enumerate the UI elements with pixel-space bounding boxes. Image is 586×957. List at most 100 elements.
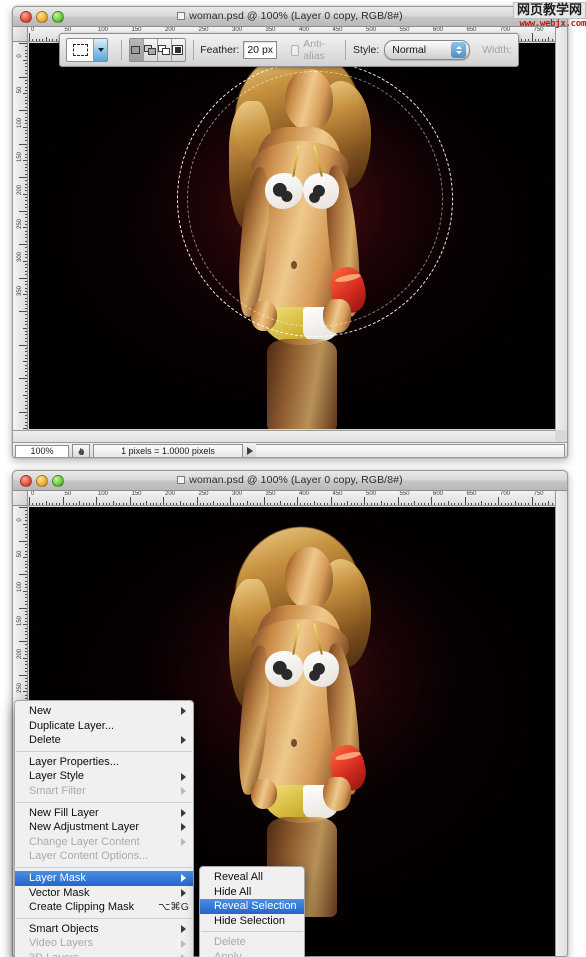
layer-menu-item-new-adjustment-layer[interactable]: New Adjustment Layer — [15, 820, 193, 835]
ruler-tick-minor — [25, 264, 27, 266]
ruler-tick-minor — [374, 503, 376, 505]
ruler-label: 150 — [131, 491, 142, 497]
ruler-tick-minor — [23, 361, 27, 363]
ruler-tick-minor — [25, 146, 27, 148]
ruler-tick-minor — [106, 503, 108, 505]
photoshop-document-window-top[interactable]: woman.psd @ 100% (Layer 0 copy, RGB/8#) … — [12, 6, 568, 458]
ruler-tick-minor — [25, 547, 27, 549]
menu-item-label: New — [29, 705, 52, 717]
zoom-level-field[interactable]: 100% — [15, 444, 69, 457]
ruler-tick-minor — [484, 503, 486, 505]
layer-menu-item-duplicate-layer[interactable]: Duplicate Layer... — [15, 719, 193, 734]
menu-item-label: Create Clipping Mask — [29, 901, 135, 914]
ruler-tick-minor — [25, 123, 27, 125]
ruler-tick-minor — [25, 563, 27, 565]
document-icon — [177, 12, 186, 20]
ruler-tick-minor — [400, 503, 402, 505]
ruler-tick-minor — [25, 240, 27, 242]
feather-input[interactable]: 20 px — [243, 41, 278, 59]
options-bar[interactable]: Feather: 20 px Anti-alias Style: Normal … — [59, 33, 519, 67]
layer-menu-item-create-clipping-mask[interactable]: Create Clipping Mask ⌥⌘G — [15, 900, 193, 915]
ruler-tick-minor — [350, 503, 352, 505]
ruler-tick-minor — [25, 96, 27, 98]
subtract-from-selection-button[interactable] — [157, 39, 172, 61]
ruler-tick-minor — [25, 317, 27, 319]
layer-context-menu[interactable]: New Duplicate Layer... Delete Layer Propert… — [14, 700, 194, 957]
layer-menu-item-smart-objects[interactable]: Smart Objects — [15, 922, 193, 937]
vertical-scrollbar-top[interactable] — [555, 27, 567, 430]
layer-mask-menu-item-reveal-selection[interactable]: Reveal Selection — [200, 899, 304, 914]
menu-separator — [16, 750, 192, 752]
rectangular-marquee-icon[interactable] — [67, 39, 93, 61]
ruler-tick-minor — [25, 408, 27, 410]
ruler-tick-major — [129, 497, 131, 505]
menu-item-label: Duplicate Layer... — [29, 719, 114, 732]
ruler-tick-minor — [25, 223, 27, 225]
title-bar-bottom[interactable]: woman.psd @ 100% (Layer 0 copy, RGB/8#) — [13, 471, 567, 491]
ruler-tick-minor — [25, 570, 27, 572]
vertical-ruler-top[interactable]: 0 50 100 150 200 250 300 350 — [13, 42, 28, 430]
layer-menu-item-delete[interactable]: Delete — [15, 733, 193, 748]
ruler-tick-major — [364, 497, 365, 505]
ruler-tick-minor — [25, 398, 27, 400]
status-info-field[interactable]: 1 pixels = 1.0000 pixels — [93, 444, 243, 457]
site-watermark: 网页教学网 www.webjx.com — [490, 2, 586, 29]
submenu-arrow-icon — [181, 838, 186, 847]
layer-menu-item-vector-mask[interactable]: Vector Mask — [15, 886, 193, 901]
layer-mask-menu-item-hide-selection[interactable]: Hide Selection — [200, 914, 304, 929]
layer-menu-item-layer-style[interactable]: Layer Style — [15, 769, 193, 784]
ruler-tick-minor — [538, 503, 540, 505]
ruler-tick-minor — [119, 503, 121, 505]
status-expand-arrow-icon[interactable] — [247, 447, 253, 455]
ruler-tick-minor — [25, 513, 27, 515]
ruler-tick-minor — [25, 220, 27, 222]
ruler-tick-minor — [25, 597, 27, 599]
ruler-tick-minor — [266, 503, 268, 505]
ruler-tick-minor — [25, 106, 27, 108]
tool-preset-well[interactable] — [66, 38, 108, 62]
divider-1 — [121, 40, 122, 60]
ruler-tick-minor — [25, 381, 27, 383]
layer-mask-submenu[interactable]: Reveal All Hide All Reveal Selection Hide S… — [199, 866, 305, 957]
style-dropdown[interactable]: Normal — [384, 40, 471, 60]
new-selection-button[interactable] — [129, 39, 144, 61]
layer-mask-menu-item-hide-all[interactable]: Hide All — [200, 885, 304, 900]
add-to-selection-button[interactable] — [143, 39, 158, 61]
ruler-tick-minor — [25, 300, 27, 302]
layer-mask-menu-item-reveal-all[interactable]: Reveal All — [200, 870, 304, 885]
ruler-corner-top[interactable] — [13, 27, 28, 42]
ruler-tick-minor — [112, 501, 114, 505]
ruler-tick-minor — [387, 503, 389, 505]
ruler-tick-minor — [25, 404, 27, 406]
layer-menu-item-new-fill-layer[interactable]: New Fill Layer — [15, 806, 193, 821]
ruler-tick-minor — [457, 503, 459, 505]
canvas-top[interactable] — [29, 43, 555, 429]
selection-mode-group[interactable] — [128, 38, 186, 62]
title-bar-top[interactable]: woman.psd @ 100% (Layer 0 copy, RGB/8#) — [13, 7, 567, 27]
ruler-corner-bottom[interactable] — [13, 491, 28, 506]
feather-label: Feather: — [200, 44, 240, 56]
status-grip-button[interactable] — [72, 444, 90, 457]
ruler-tick-minor — [25, 163, 27, 165]
ruler-tick-minor — [25, 230, 27, 232]
ruler-tick-minor — [25, 69, 27, 71]
ruler-tick-minor — [206, 503, 208, 505]
horizontal-ruler-bottom[interactable]: 0 50 100 150 200 250 300 350 400 450 500 550 600 650 7… — [28, 491, 567, 506]
vertical-scrollbar-bottom[interactable] — [555, 491, 567, 956]
ruler-label: 200 — [17, 185, 23, 196]
ruler-tick-minor — [25, 580, 27, 582]
ruler-tick-minor — [236, 503, 238, 505]
intersect-selection-button[interactable] — [171, 39, 185, 61]
ruler-tick-minor — [25, 56, 27, 58]
layer-menu-item-layer-properties[interactable]: Layer Properties... — [15, 755, 193, 770]
menu-item-label: Change Layer Content — [29, 835, 140, 848]
ruler-label: 50 — [17, 550, 23, 557]
layer-menu-item-new[interactable]: New — [15, 704, 193, 719]
ruler-tick-major — [531, 497, 533, 505]
ruler-tick-minor — [25, 324, 27, 326]
layer-menu-item-layer-mask[interactable]: Layer Mask — [15, 870, 193, 886]
ruler-tick-minor — [380, 501, 382, 505]
tool-preset-dropdown[interactable] — [93, 39, 107, 61]
ruler-tick-minor — [25, 170, 27, 172]
ruler-tick-major — [330, 497, 332, 505]
